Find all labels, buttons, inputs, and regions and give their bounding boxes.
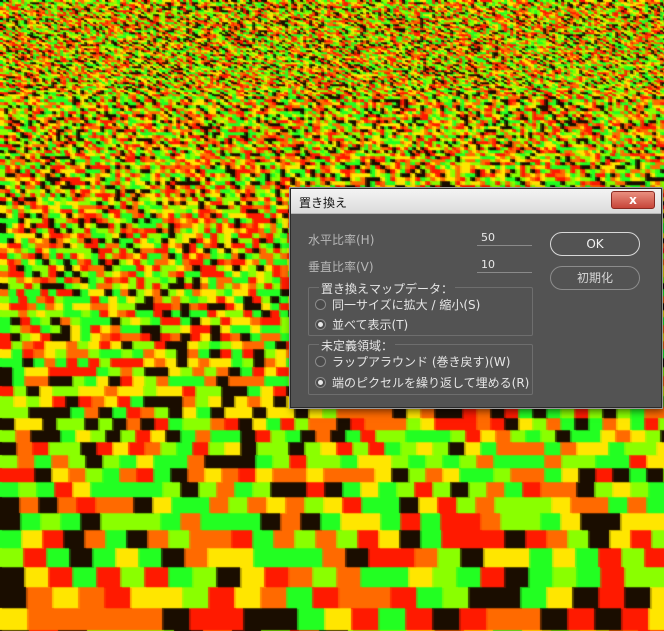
vertical-scale-label: 垂直比率(V) [308,260,374,274]
close-button[interactable]: x [611,191,655,209]
undefined-areas-group-title: 未定義領域： [319,337,396,354]
horizontal-scale-input[interactable]: 50 [481,231,495,244]
close-icon: x [629,193,637,207]
tile-radio[interactable] [315,319,326,330]
tile-label[interactable]: 並べて表示(T) [332,316,408,333]
stretch-to-fit-label[interactable]: 同一サイズに拡大 / 縮小(S) [332,296,480,313]
displace-dialog: 置き換え x 水平比率(H) 50 垂直比率(V) 10 置き換えマップデータ：… [290,188,662,408]
dialog-title: 置き換え [299,196,348,210]
reset-button[interactable]: 初期化 [550,266,640,290]
repeat-edge-pixels-radio[interactable] [315,377,326,388]
dialog-titlebar[interactable]: 置き換え x [291,189,661,214]
repeat-edge-pixels-label[interactable]: 端のピクセルを繰り返して埋める(R) [332,374,529,391]
wrap-around-radio[interactable] [315,356,326,367]
horizontal-scale-underline [477,245,532,246]
vertical-scale-input[interactable]: 10 [481,258,495,271]
ok-button[interactable]: OK [550,232,640,256]
displacement-map-group-title: 置き換えマップデータ： [319,280,456,297]
horizontal-scale-label: 水平比率(H) [308,233,375,247]
wrap-around-label[interactable]: ラップアラウンド (巻き戻す)(W) [332,353,510,370]
vertical-scale-underline [477,272,532,273]
stretch-to-fit-radio[interactable] [315,299,326,310]
